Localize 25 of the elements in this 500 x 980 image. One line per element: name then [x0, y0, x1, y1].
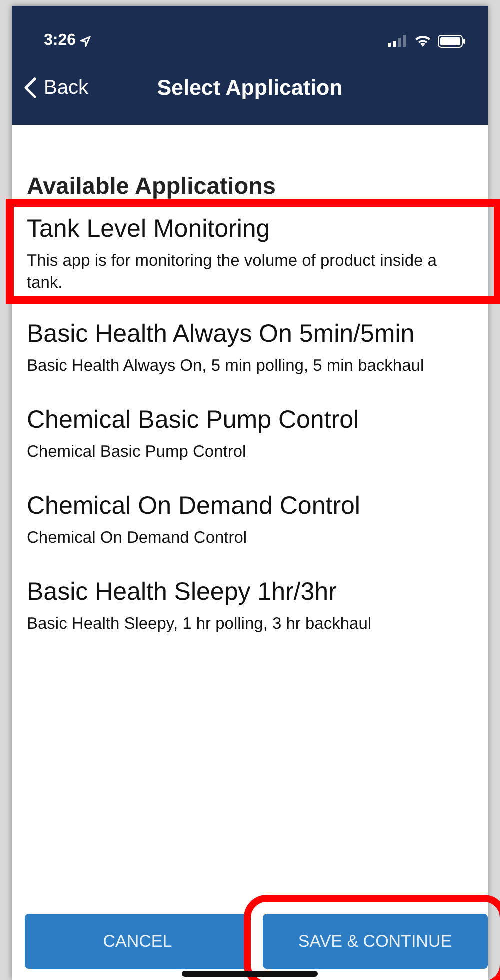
application-item[interactable]: Basic Health Always On 5min/5min Basic Health Always On, 5 min polling, 5 min backhaul	[12, 310, 488, 385]
application-name: Chemical Basic Pump Control	[27, 405, 360, 436]
section-heading: Available Applications	[26, 173, 277, 201]
screen-title: Select Application	[156, 76, 344, 100]
status-time: 3:26	[44, 32, 76, 50]
chevron-left-icon	[24, 77, 37, 99]
application-description: This app is for monitoring the volume of product inside a tank.	[27, 251, 438, 294]
location-arrow-icon	[80, 36, 92, 46]
application-description: Basic Health Sleepy, 1 hr polling, 3 hr backhaul	[27, 614, 373, 635]
battery-icon	[438, 34, 466, 48]
wifi-icon	[414, 34, 432, 48]
application-description: Chemical On Demand Control	[27, 528, 248, 549]
back-button[interactable]: Back	[24, 76, 88, 100]
application-name: Tank Level Monitoring	[27, 214, 272, 245]
application-item[interactable]: Chemical On Demand Control Chemical On Demand Control	[12, 482, 488, 557]
application-item[interactable]: Chemical Basic Pump Control Chemical Basic Pump Control	[12, 396, 488, 471]
application-description: Chemical Basic Pump Control	[27, 442, 248, 463]
application-name: Basic Health Sleepy 1hr/3hr	[27, 577, 338, 608]
application-name: Chemical On Demand Control	[27, 491, 362, 522]
signal-icon	[388, 35, 408, 47]
application-description: Basic Health Always On, 5 min polling, 5 min backhaul	[27, 356, 426, 377]
application-item[interactable]: Basic Health Sleepy 1hr/3hr Basic Health Sleepy, 1 hr polling, 3 hr backhaul	[12, 568, 488, 643]
save-continue-button[interactable]: SAVE & CONTINUE	[262, 914, 488, 969]
application-item[interactable]: Tank Level Monitoring This app is for monitoring the volume of product inside a tank.	[8, 201, 500, 302]
application-name: Basic Health Always On 5min/5min	[27, 319, 416, 350]
